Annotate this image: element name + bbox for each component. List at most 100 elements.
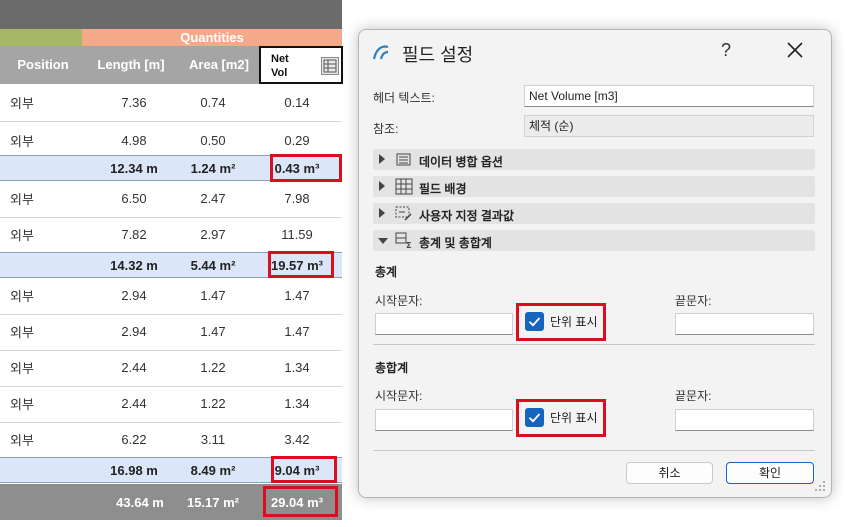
subtotal-length: 14.32 m xyxy=(110,257,158,273)
subtotal-prefix-input[interactable] xyxy=(375,313,513,335)
subtotal-area: 1.24 m² xyxy=(190,160,236,176)
show-units-label: 단위 표시 xyxy=(550,315,598,329)
subtotal-prefix-label: 시작문자: xyxy=(375,294,423,308)
ok-button[interactable]: 확인 xyxy=(726,462,814,484)
cell-length: 2.94 xyxy=(121,324,147,339)
cell-position: 외부 xyxy=(10,96,34,111)
merge-options-icon xyxy=(395,151,413,168)
header-text-label: 헤더 텍스트: xyxy=(373,91,435,105)
highlight-box xyxy=(268,251,334,278)
close-icon[interactable] xyxy=(783,38,807,62)
app-logo-icon xyxy=(372,43,390,61)
grand-total-length: 43.64 m xyxy=(116,494,164,510)
table-row[interactable]: 외부 2.94 1.47 1.47 xyxy=(0,313,342,351)
table-row[interactable]: 외부 7.82 2.97 11.59 xyxy=(0,216,342,254)
cell-net-volume: 3.42 xyxy=(284,432,310,447)
grand-total-suffix-label: 끝문자: xyxy=(675,389,712,403)
svg-text:Σ: Σ xyxy=(406,241,411,249)
divider xyxy=(373,344,815,345)
column-header-net-volume[interactable]: Net Vol xyxy=(259,46,343,84)
grand-total-prefix-input[interactable] xyxy=(375,409,513,431)
dialog-title: 필드 설정 xyxy=(402,45,474,65)
cell-position: 외부 xyxy=(10,192,34,207)
cell-position: 외부 xyxy=(10,134,34,149)
grand-total-heading: 총합계 xyxy=(375,361,409,375)
cell-net-volume: 0.14 xyxy=(284,95,310,110)
table-row[interactable]: 외부 6.22 3.11 3.42 xyxy=(0,421,342,459)
section-field-background[interactable]: 필드 배경 xyxy=(373,176,815,197)
schedule-table: Quantities Position Length [m] Area [m2]… xyxy=(0,0,343,527)
subtotal-area: 8.49 m² xyxy=(190,462,236,478)
show-units-label: 단위 표시 xyxy=(550,411,598,425)
field-settings-dialog: 필드 설정 ? 헤더 텍스트: Net Volume [m3] 참조: 체적 (… xyxy=(358,29,832,498)
checkbox-checked-icon[interactable] xyxy=(525,408,544,427)
custom-value-icon xyxy=(395,205,413,222)
subtotal-show-units[interactable]: 단위 표시 xyxy=(516,303,606,341)
table-row[interactable]: 외부 2.44 1.22 1.34 xyxy=(0,385,342,423)
column-header-row: Position Length [m] Area [m2] Net Vol xyxy=(0,46,343,84)
cell-length: 6.22 xyxy=(121,432,147,447)
table-row[interactable]: 외부 7.36 0.74 0.14 xyxy=(0,84,342,122)
grand-total-area: 15.17 m² xyxy=(186,494,240,510)
cell-position: 외부 xyxy=(10,433,34,448)
cell-position: 외부 xyxy=(10,361,34,376)
cell-position: 외부 xyxy=(10,325,34,340)
net-vol-line1: Net xyxy=(271,53,289,65)
cell-net-volume: 11.59 xyxy=(281,227,313,242)
section-merge-options[interactable]: 데이터 병합 옵션 xyxy=(373,149,815,170)
section-label: 필드 배경 xyxy=(419,182,467,196)
highlight-box xyxy=(271,456,337,483)
table-row[interactable]: 외부 2.94 1.47 1.47 xyxy=(0,277,342,315)
group-bar-position xyxy=(0,29,82,46)
highlight-box xyxy=(270,154,342,182)
section-totals[interactable]: Σ 총계 및 총합계 xyxy=(373,230,815,251)
section-label: 사용자 지정 결과값 xyxy=(419,209,514,223)
subtotal-length: 12.34 m xyxy=(110,160,158,176)
chevron-right-icon xyxy=(379,181,385,191)
cell-net-volume: 7.98 xyxy=(284,191,310,206)
cell-length: 2.94 xyxy=(121,288,147,303)
header-text-input[interactable]: Net Volume [m3] xyxy=(524,85,814,107)
cell-length: 2.44 xyxy=(121,396,147,411)
cell-area: 1.22 xyxy=(200,396,226,411)
net-vol-line2: Vol xyxy=(271,67,288,79)
chevron-right-icon xyxy=(379,208,385,218)
grid-icon xyxy=(395,178,413,195)
grand-total-suffix-input[interactable] xyxy=(675,409,814,431)
column-header-area[interactable]: Area [m2] xyxy=(176,46,262,84)
table-row[interactable]: 외부 2.44 1.22 1.34 xyxy=(0,349,342,387)
cell-length: 7.82 xyxy=(121,227,147,242)
cell-area: 0.50 xyxy=(200,133,226,148)
cell-length: 6.50 xyxy=(121,191,147,206)
column-header-length[interactable]: Length [m] xyxy=(86,46,176,84)
cell-length: 4.98 xyxy=(121,133,147,148)
checkbox-checked-icon[interactable] xyxy=(525,312,544,331)
cell-area: 0.74 xyxy=(200,95,226,110)
section-custom-result[interactable]: 사용자 지정 결과값 xyxy=(373,203,815,224)
cell-area: 1.22 xyxy=(200,360,226,375)
section-label: 총계 및 총합계 xyxy=(419,236,492,250)
section-label: 데이터 병합 옵션 xyxy=(419,155,503,169)
cell-net-volume: 1.34 xyxy=(284,396,310,411)
cell-area: 2.47 xyxy=(200,191,226,206)
resize-grip-icon[interactable] xyxy=(813,479,827,493)
cell-area: 2.97 xyxy=(200,227,226,242)
cell-position: 외부 xyxy=(10,228,34,243)
reference-label: 참조: xyxy=(373,122,399,136)
grand-total-show-units[interactable]: 단위 표시 xyxy=(516,399,606,437)
cell-length: 2.44 xyxy=(121,360,147,375)
subtotal-suffix-input[interactable] xyxy=(675,313,814,335)
subtotal-heading: 총계 xyxy=(375,265,398,279)
cell-area: 1.47 xyxy=(200,324,226,339)
dialog-titlebar[interactable]: 필드 설정 ? xyxy=(359,30,831,74)
column-header-position[interactable]: Position xyxy=(0,46,86,84)
cell-net-volume: 1.34 xyxy=(284,360,310,375)
cell-position: 외부 xyxy=(10,289,34,304)
field-settings-icon[interactable] xyxy=(321,57,339,75)
cell-area: 1.47 xyxy=(200,288,226,303)
cancel-button[interactable]: 취소 xyxy=(626,462,713,484)
table-row[interactable]: 외부 6.50 2.47 7.98 xyxy=(0,180,342,218)
help-button[interactable]: ? xyxy=(716,40,736,61)
subtotal-area: 5.44 m² xyxy=(190,257,236,273)
column-header-net-volume-label: Net Vol xyxy=(271,52,311,80)
